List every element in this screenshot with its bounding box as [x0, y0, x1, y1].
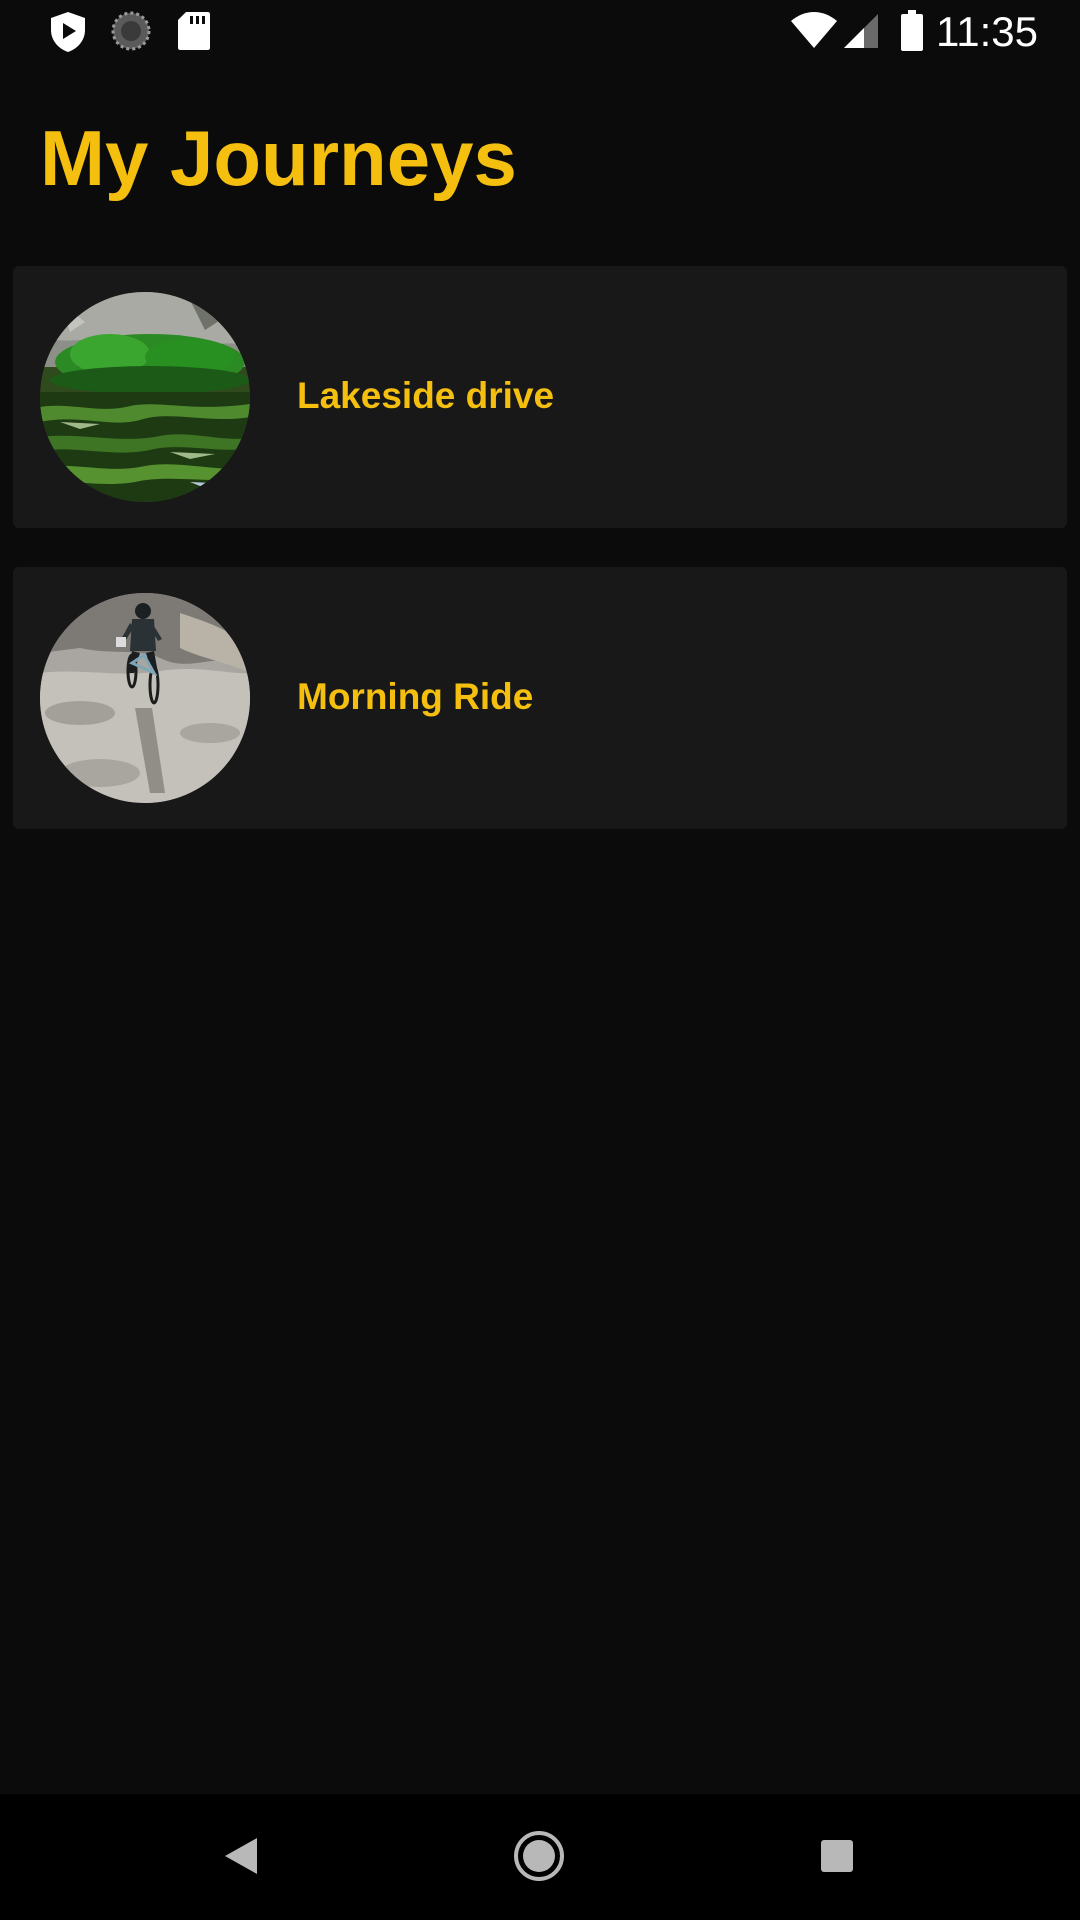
sd-card-icon — [176, 10, 212, 57]
journey-thumbnail — [40, 593, 250, 803]
journey-item-lakeside-drive[interactable]: Lakeside drive — [13, 266, 1067, 528]
journey-thumbnail — [40, 292, 250, 502]
page-title: My Journeys — [40, 114, 517, 202]
journey-name: Lakeside drive — [297, 375, 555, 416]
recents-button[interactable] — [797, 1818, 877, 1898]
cyclist-photo-image — [40, 593, 250, 803]
journey-name: Morning Ride — [297, 676, 534, 717]
status-bar: 11:35 — [0, 0, 1080, 63]
play-protect-icon — [48, 10, 88, 59]
journey-list: Lakeside drive Morning Ride — [13, 266, 1067, 868]
status-time: 11:35 — [936, 8, 1038, 55]
back-icon — [223, 1836, 259, 1881]
navigation-bar — [0, 1794, 1080, 1920]
cell-signal-icon — [842, 12, 880, 55]
battery-icon — [900, 10, 924, 57]
lake-photo-image — [40, 292, 250, 502]
home-button[interactable] — [499, 1818, 579, 1898]
back-button[interactable] — [201, 1818, 281, 1898]
sync-icon — [110, 10, 152, 57]
recents-icon — [819, 1838, 855, 1879]
wifi-icon — [790, 12, 838, 55]
journey-item-morning-ride[interactable]: Morning Ride — [13, 567, 1067, 829]
home-icon — [513, 1830, 565, 1887]
